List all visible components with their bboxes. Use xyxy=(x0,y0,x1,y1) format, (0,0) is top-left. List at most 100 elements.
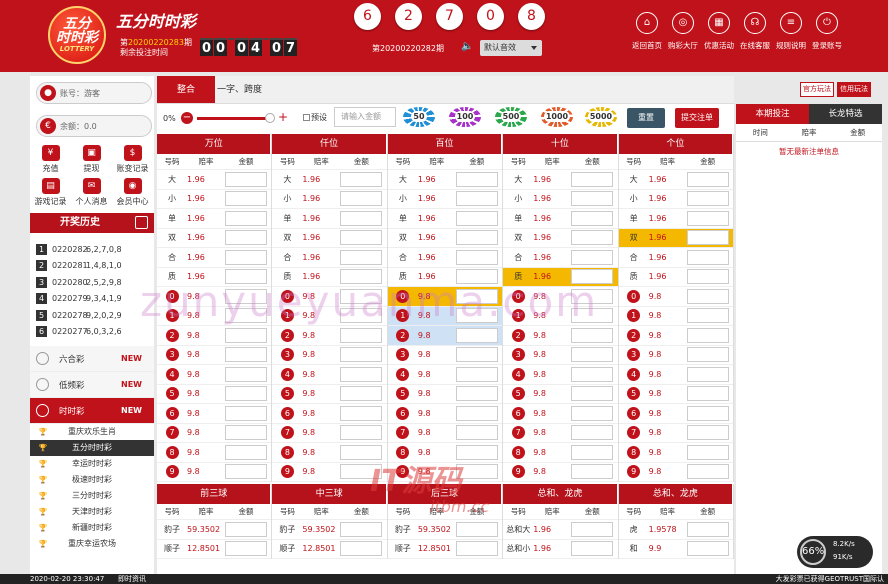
bet-row[interactable]: 0 9.8 xyxy=(157,287,272,307)
bet-amount-input[interactable] xyxy=(455,347,498,363)
amount-input[interactable]: 请输入金额 xyxy=(334,107,396,127)
bet-row[interactable]: 6 9.8 xyxy=(503,404,618,424)
bet-amount-input[interactable] xyxy=(225,171,267,187)
bet-amount-input[interactable] xyxy=(340,405,383,421)
bet-row[interactable]: 3 9.8 xyxy=(272,346,387,365)
bet-amount-input[interactable] xyxy=(225,541,267,557)
credit-play-button[interactable]: 信用玩法 xyxy=(837,82,871,97)
bet-row[interactable]: 3 9.8 xyxy=(618,346,734,365)
bet-row[interactable]: 2 9.8 xyxy=(272,326,387,346)
bet-amount-input[interactable] xyxy=(571,347,614,363)
bet-row[interactable]: 6 9.8 xyxy=(387,404,503,424)
bet-row[interactable]: 豹子 59.3502 xyxy=(272,520,387,540)
bet-row[interactable]: 8 9.8 xyxy=(503,443,618,463)
account-field[interactable]: ● 账号：游客 xyxy=(36,82,152,104)
sub-category-item[interactable]: 🏆 重庆欢乐生肖 xyxy=(30,424,154,440)
bet-row[interactable]: 单 1.96 xyxy=(387,209,503,229)
bet-amount-input[interactable] xyxy=(686,230,729,246)
bet-row[interactable]: 小 1.96 xyxy=(503,190,618,209)
bet-amount-input[interactable] xyxy=(455,308,498,324)
account-action[interactable]: ¥ 充值 xyxy=(30,145,71,174)
bet-row[interactable]: 双 1.96 xyxy=(157,229,272,248)
nav-item[interactable]: ◎ 购彩大厅 xyxy=(666,12,700,51)
account-action[interactable]: ✉ 个人消息 xyxy=(71,178,112,207)
preset-checkbox[interactable]: 预设 xyxy=(303,112,327,123)
bet-row[interactable]: 1 9.8 xyxy=(272,307,387,326)
bet-row[interactable]: 4 9.8 xyxy=(387,365,503,385)
bet-amount-input[interactable] xyxy=(571,191,614,207)
bet-amount-input[interactable] xyxy=(455,464,498,480)
bet-amount-input[interactable] xyxy=(571,405,614,421)
bet-row[interactable]: 合 1.96 xyxy=(157,248,272,268)
bet-amount-input[interactable] xyxy=(686,308,729,324)
bet-amount-input[interactable] xyxy=(225,308,267,324)
bet-amount-input[interactable] xyxy=(225,425,267,441)
bet-amount-input[interactable] xyxy=(686,444,729,460)
bet-row[interactable]: 1 9.8 xyxy=(157,307,272,326)
bet-row[interactable]: 豹子 59.3502 xyxy=(387,520,503,540)
bet-row[interactable]: 0 9.8 xyxy=(387,287,503,307)
bet-row[interactable]: 双 1.96 xyxy=(272,229,387,248)
bet-row[interactable]: 7 9.8 xyxy=(503,424,618,443)
bet-amount-input[interactable] xyxy=(686,191,729,207)
bet-row[interactable]: 2 9.8 xyxy=(387,326,503,346)
bet-amount-input[interactable] xyxy=(340,230,383,246)
bet-amount-input[interactable] xyxy=(340,249,383,265)
bet-amount-input[interactable] xyxy=(571,269,614,285)
nav-item[interactable]: ⌂ 返回首页 xyxy=(630,12,664,51)
bet-amount-input[interactable] xyxy=(225,288,267,304)
bet-row[interactable]: 虎 1.9578 xyxy=(618,520,734,540)
bet-row[interactable]: 8 9.8 xyxy=(272,443,387,463)
bet-row[interactable]: 豹子 59.3502 xyxy=(157,520,272,540)
bet-amount-input[interactable] xyxy=(686,171,729,187)
bet-row[interactable]: 5 9.8 xyxy=(387,385,503,404)
bet-amount-input[interactable] xyxy=(455,425,498,441)
bet-row[interactable]: 5 9.8 xyxy=(157,385,272,404)
bet-amount-input[interactable] xyxy=(686,405,729,421)
bet-amount-input[interactable] xyxy=(225,386,267,402)
bet-amount-input[interactable] xyxy=(571,249,614,265)
bet-row[interactable]: 双 1.96 xyxy=(503,229,618,248)
tab-integrated[interactable]: 整合 xyxy=(157,76,216,103)
account-action[interactable]: ▤ 游戏记录 xyxy=(30,178,71,207)
bet-amount-input[interactable] xyxy=(686,269,729,285)
sub-category-item[interactable]: 🏆 重庆幸运农场 xyxy=(30,536,154,552)
category-item[interactable]: 低频彩 NEW xyxy=(30,372,154,398)
bet-amount-input[interactable] xyxy=(455,327,498,343)
official-play-button[interactable]: 官方玩法 xyxy=(800,82,834,97)
bet-amount-input[interactable] xyxy=(340,308,383,324)
plus-button[interactable]: + xyxy=(278,110,288,124)
bet-amount-input[interactable] xyxy=(340,347,383,363)
minus-button[interactable]: − xyxy=(181,112,193,124)
bet-amount-input[interactable] xyxy=(225,521,267,537)
bet-row[interactable]: 大 1.96 xyxy=(503,170,618,190)
chip-button[interactable]: 5000 xyxy=(585,107,617,127)
bet-amount-input[interactable] xyxy=(340,521,383,537)
sub-category-item[interactable]: 🏆 五分时时彩 xyxy=(30,440,154,456)
bet-row[interactable]: 9 9.8 xyxy=(503,463,618,482)
bet-row[interactable]: 7 9.8 xyxy=(157,424,272,443)
bet-row[interactable]: 5 9.8 xyxy=(503,385,618,404)
bet-amount-input[interactable] xyxy=(340,288,383,304)
bet-amount-input[interactable] xyxy=(455,405,498,421)
bet-amount-input[interactable] xyxy=(455,210,498,226)
bet-row[interactable]: 9 9.8 xyxy=(387,463,503,482)
bet-row[interactable]: 单 1.96 xyxy=(503,209,618,229)
nav-item[interactable]: ⏻ 登录账号 xyxy=(810,12,844,51)
bet-amount-input[interactable] xyxy=(455,366,498,382)
bet-amount-input[interactable] xyxy=(571,210,614,226)
bet-amount-input[interactable] xyxy=(225,327,267,343)
sub-category-item[interactable]: 🏆 新疆时时彩 xyxy=(30,520,154,536)
bet-amount-input[interactable] xyxy=(686,366,729,382)
bet-amount-input[interactable] xyxy=(225,444,267,460)
bet-row[interactable]: 大 1.96 xyxy=(618,170,734,190)
bet-amount-input[interactable] xyxy=(571,425,614,441)
sub-category-item[interactable]: 🏆 极速时时彩 xyxy=(30,472,154,488)
bet-row[interactable]: 质 1.96 xyxy=(618,268,734,287)
bet-row[interactable]: 3 9.8 xyxy=(157,346,272,365)
bet-amount-input[interactable] xyxy=(455,230,498,246)
bet-row[interactable]: 3 9.8 xyxy=(387,346,503,365)
bet-row[interactable]: 1 9.8 xyxy=(387,306,503,326)
bet-amount-input[interactable] xyxy=(686,288,729,304)
bet-amount-input[interactable] xyxy=(686,425,729,441)
